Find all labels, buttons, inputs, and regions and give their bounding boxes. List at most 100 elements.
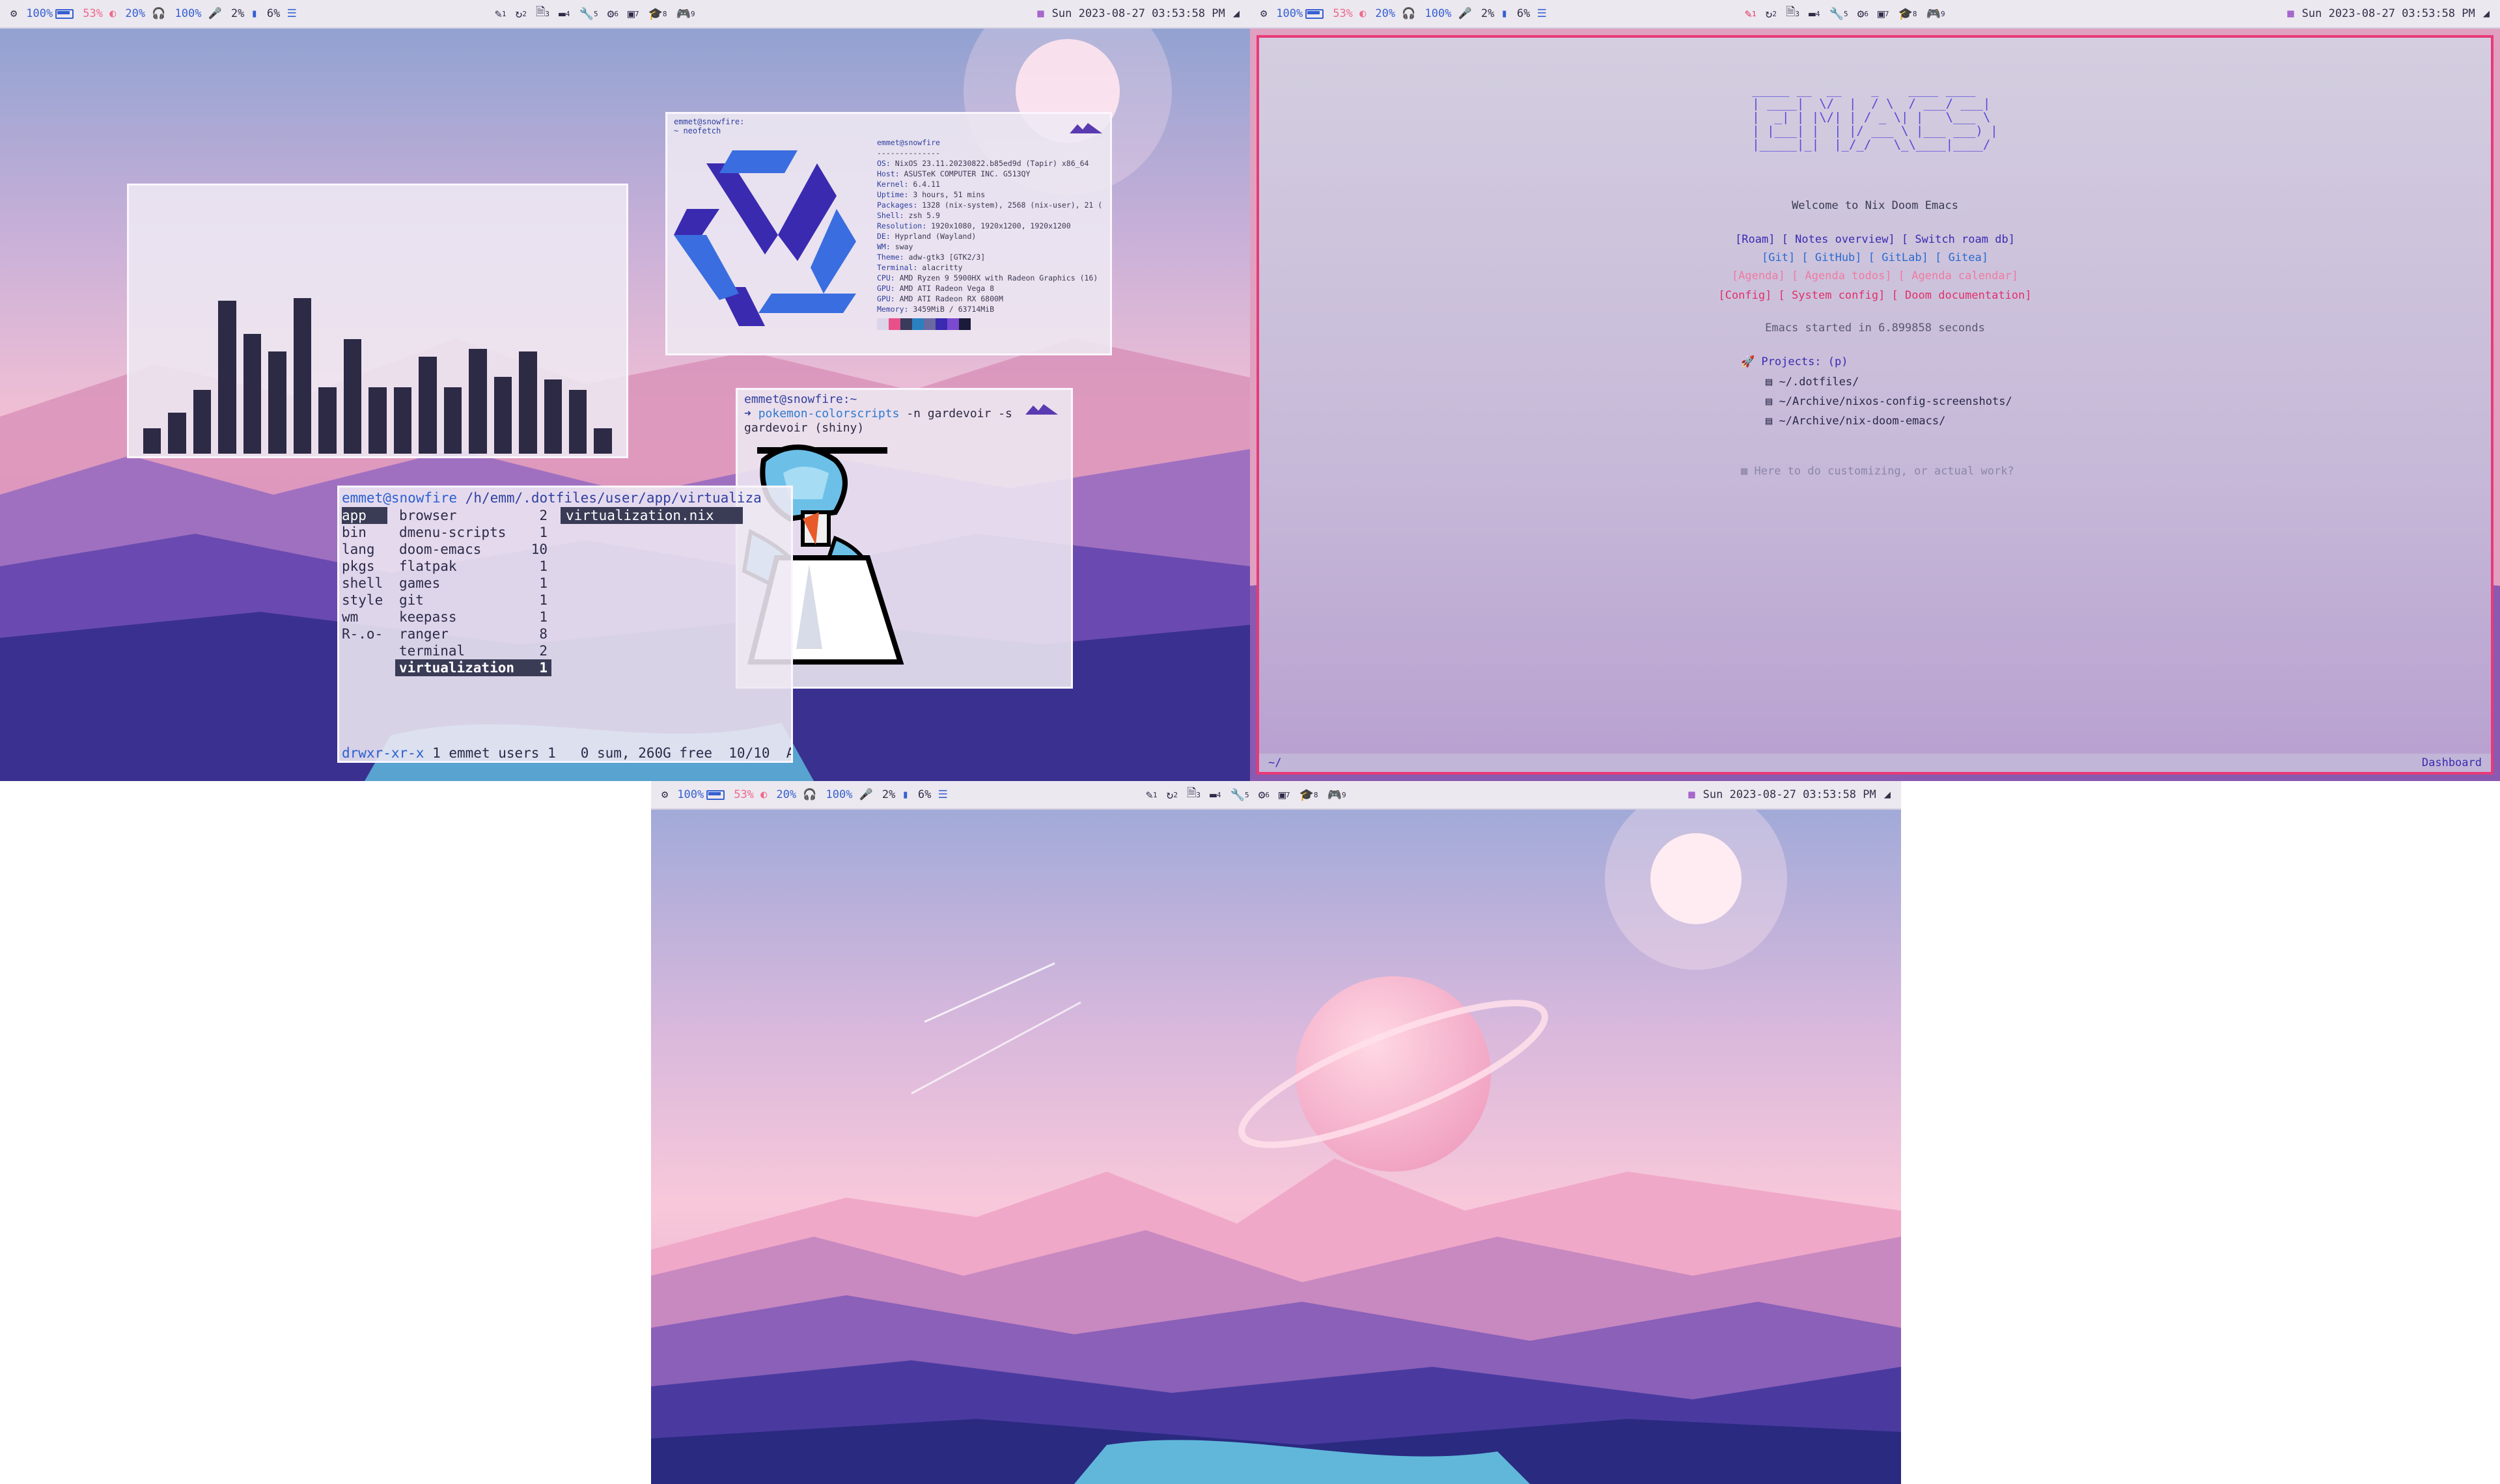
workspace-4[interactable]: ▬ 4 xyxy=(1809,7,1820,21)
monitor-bottom: ⚙ 100% 53% ◐ 20% 🎧 100% 🎤 2% ▮ 6% ☰ ✎ 1 ↻… xyxy=(651,781,1901,1484)
volume-status[interactable]: 20% 🎧 xyxy=(776,788,816,801)
emacs-git-row[interactable]: [Git] [ GitHub] [ GitLab] [ Gitea] xyxy=(1259,251,2491,264)
workspace-6[interactable]: ⚙ 6 xyxy=(1258,788,1270,802)
pokemon-command: pokemon-colorscripts xyxy=(758,407,900,420)
workspace-1[interactable]: ✎ 1 xyxy=(1745,7,1756,21)
project-item[interactable]: ▤ ~/.dotfiles/ xyxy=(1766,372,2012,392)
emacs-agenda-row[interactable]: [Agenda] [ Agenda todos] [ Agenda calend… xyxy=(1259,269,2491,282)
signal-icon: ◢ xyxy=(1883,788,1891,801)
workspace-1[interactable]: ✎ 1 xyxy=(495,7,506,21)
neofetch-value: 1920x1080, 1920x1200, 1920x1200 xyxy=(926,221,1071,230)
ranger-window[interactable]: emmet@snowfire /h/emm/.dotfiles/user/app… xyxy=(337,486,793,763)
workspace-2[interactable]: ↻ 2 xyxy=(1166,788,1177,802)
workspace-3[interactable]: 🗎 3 xyxy=(1187,785,1201,804)
ranger-item-name: keepass xyxy=(399,609,457,625)
ranger-item[interactable]: browser 2 xyxy=(395,507,551,524)
workspace-6[interactable]: ⚙ 6 xyxy=(607,7,618,21)
mic-status[interactable]: 100% 🎤 xyxy=(826,788,873,801)
workspace-8[interactable]: 🎓 8 xyxy=(1299,788,1318,802)
project-path: ~/Archive/nix-doom-emacs/ xyxy=(1779,415,1946,428)
gear-icon[interactable]: ⚙ xyxy=(661,788,668,801)
ranger-item[interactable]: dmenu-scripts 1 xyxy=(395,524,551,541)
ranger-item[interactable]: games 1 xyxy=(395,575,551,592)
volume-status[interactable]: 20% 🎧 xyxy=(125,7,165,20)
workspace-7[interactable]: ▣ 7 xyxy=(1878,7,1889,21)
status-left: ⚙ 100% 53% ◐ 20% 🎧 100% 🎤 2% ▮ 6% ☰ xyxy=(1260,0,1547,27)
workspace-6[interactable]: ⚙ 6 xyxy=(1857,7,1868,21)
visualizer-bar xyxy=(519,351,537,454)
project-item[interactable]: ▤ ~/Archive/nixos-config-screenshots/ xyxy=(1766,392,2012,411)
clock[interactable]: Sun 2023-08-27 03:53:58 PM xyxy=(2302,7,2475,20)
ranger-parent-item[interactable]: lang xyxy=(342,541,387,558)
workspace-9[interactable]: 🎮 9 xyxy=(676,7,695,21)
mic-status[interactable]: 100% 🎤 xyxy=(1425,7,1472,20)
ranger-parent-item[interactable]: style xyxy=(342,592,387,609)
workspace-5[interactable]: 🔧 5 xyxy=(1230,788,1249,802)
emacs-roam-row[interactable]: [Roam] [ Notes overview] [ Switch roam d… xyxy=(1259,233,2491,246)
workspace-9[interactable]: 🎮 9 xyxy=(1327,788,1346,802)
ram-status: 2% ▮ xyxy=(230,7,258,20)
workspace-9[interactable]: 🎮 9 xyxy=(1926,7,1945,21)
gear-icon[interactable]: ⚙ xyxy=(10,7,17,20)
ranger-item[interactable]: doom-emacs 10 xyxy=(395,541,551,558)
ranger-item[interactable]: ranger 8 xyxy=(395,625,551,642)
project-item[interactable]: ▤ ~/Archive/nix-doom-emacs/ xyxy=(1766,411,2012,431)
neofetch-key: Resolution: xyxy=(877,221,927,230)
ranger-item[interactable]: keepass 1 xyxy=(395,609,551,625)
ranger-parent-item[interactable]: bin xyxy=(342,524,387,541)
clock[interactable]: Sun 2023-08-27 03:53:58 PM xyxy=(1703,788,1876,801)
battery-icon xyxy=(1305,8,1324,19)
mic-status[interactable]: 100% 🎤 xyxy=(175,7,222,20)
calendar-icon: ▦ xyxy=(1688,788,1695,801)
ram-status: 2% ▮ xyxy=(1480,7,1508,20)
workspace-2[interactable]: ↻ 2 xyxy=(515,7,526,21)
ranger-parent-item[interactable]: R-.o- xyxy=(342,625,387,642)
visualizer-bar xyxy=(393,387,412,454)
visualizer-window[interactable] xyxy=(127,184,628,458)
emacs-config-row[interactable]: [Config] [ System config] [ Doom documen… xyxy=(1259,289,2491,302)
workspace-2[interactable]: ↻ 2 xyxy=(1765,7,1776,21)
ranger-current-column: browser 2 dmenu-scripts 1 doom-emacs 10 flatpa… xyxy=(395,507,551,676)
gear-icon[interactable]: ⚙ xyxy=(1260,7,1267,20)
neofetch-prompt: emmet@snowfire: ~ neofetch xyxy=(674,117,745,135)
ranger-item[interactable]: terminal 2 xyxy=(395,642,551,659)
wallpaper xyxy=(651,781,1901,1484)
ranger-item[interactable]: virtualization 1 xyxy=(395,659,551,676)
neofetch-row: Packages: 1328 (nix-system), 2568 (nix-u… xyxy=(877,200,1102,210)
neofetch-key: GPU: xyxy=(877,294,895,303)
workspace-5[interactable]: 🔧 5 xyxy=(579,7,598,21)
ranger-free: 0 sum, 260G free xyxy=(580,745,712,761)
emacs-window[interactable]: _____ __ __ _ ____ ____ | ____| \/ | / \… xyxy=(1257,35,2493,775)
workspace-7[interactable]: ▣ 7 xyxy=(1279,788,1290,802)
neofetch-key: Kernel: xyxy=(877,180,909,189)
workspace-4[interactable]: ▬ 4 xyxy=(1210,788,1221,802)
ranger-parent-item[interactable]: pkgs xyxy=(342,558,387,575)
ranger-footer: drwxr-xr-x 1 emmet users 1 0 sum, 260G f… xyxy=(342,745,791,761)
ranger-parent-item[interactable]: app xyxy=(342,507,387,524)
ranger-item[interactable]: flatpak 1 xyxy=(395,558,551,575)
workspace-3[interactable]: 🗎 3 xyxy=(536,4,549,23)
neofetch-separator: -------------- xyxy=(877,148,940,158)
neofetch-row: Shell: zsh 5.9 xyxy=(877,210,1102,221)
workspace-1[interactable]: ✎ 1 xyxy=(1146,788,1157,802)
workspace-3[interactable]: 🗎 3 xyxy=(1786,4,1799,23)
workspace-5[interactable]: 🔧 5 xyxy=(1829,7,1848,21)
neofetch-key: DE: xyxy=(877,232,891,241)
clock[interactable]: Sun 2023-08-27 03:53:58 PM xyxy=(1052,7,1225,20)
emacs-banner-wrap: _____ __ __ _ ____ ____ | ____| \/ | / \… xyxy=(1259,83,2491,152)
workspace-4[interactable]: ▬ 4 xyxy=(559,7,570,21)
neofetch-window[interactable]: emmet@snowfire: ~ neofetch emmet@snowfire… xyxy=(665,112,1112,355)
ranger-preview-item[interactable]: virtualization.nix xyxy=(561,507,743,524)
mountain-icon xyxy=(1025,404,1058,415)
workspace-8[interactable]: 🎓 8 xyxy=(1898,7,1917,21)
status-bar: ⚙ 100% 53% ◐ 20% 🎧 100% 🎤 2% ▮ 6% ☰ ✎ 1 ↻… xyxy=(0,0,1250,29)
calendar-icon: ▦ xyxy=(1741,465,1748,478)
volume-status[interactable]: 20% 🎧 xyxy=(1375,7,1415,20)
ranger-parent-item[interactable]: wm xyxy=(342,609,387,625)
ranger-parent-item[interactable]: shell xyxy=(342,575,387,592)
visualizer-bar xyxy=(469,349,487,454)
workspace-8[interactable]: 🎓 8 xyxy=(648,7,667,21)
workspace-7[interactable]: ▣ 7 xyxy=(628,7,639,21)
ranger-item[interactable]: git 1 xyxy=(395,592,551,609)
visualizer-bar xyxy=(168,413,186,454)
